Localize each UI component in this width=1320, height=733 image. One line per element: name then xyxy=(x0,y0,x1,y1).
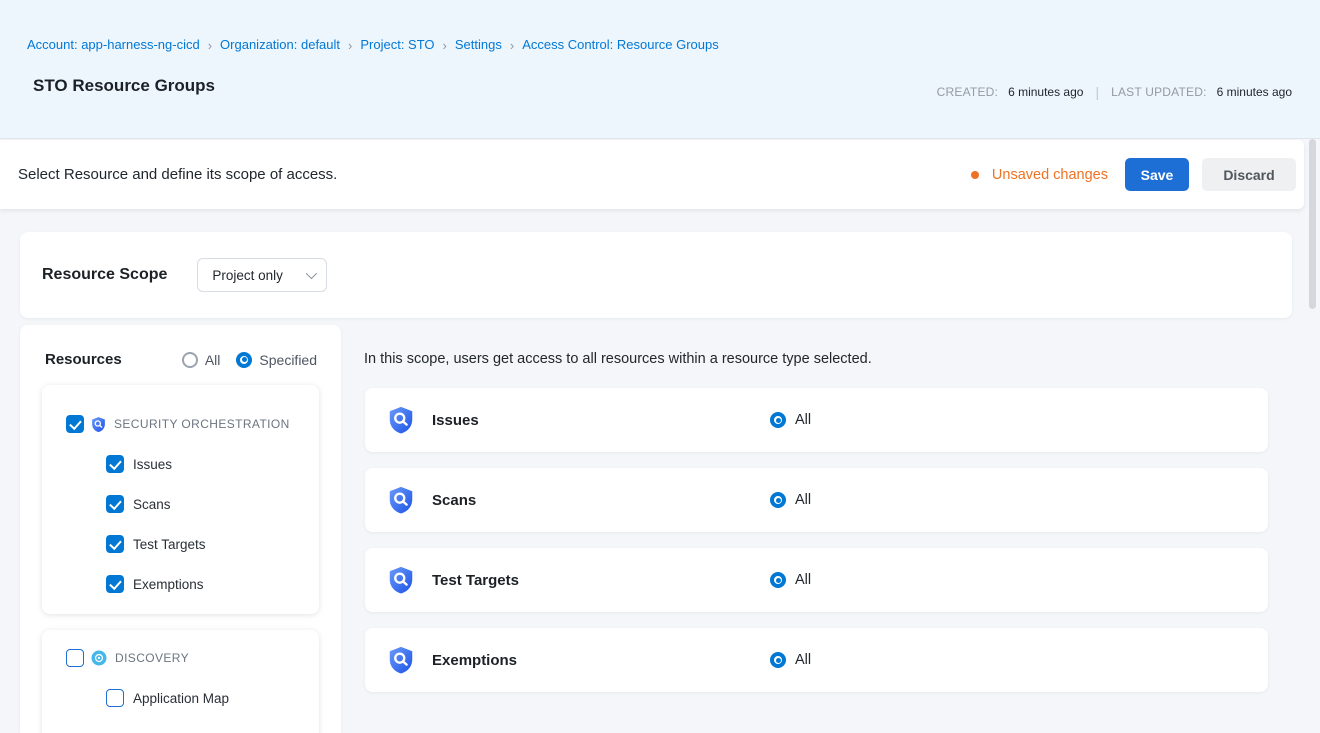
checkbox-application-map[interactable] xyxy=(106,689,124,707)
resource-card-exemptions: Exemptions All xyxy=(365,628,1268,692)
created-updated-meta: CREATED: 6 minutes ago | LAST UPDATED: 6… xyxy=(937,84,1292,100)
sto-shield-icon xyxy=(90,416,107,433)
breadcrumb: Account: app-harness-ng-cicd › Organizat… xyxy=(27,37,719,52)
checkbox-issues[interactable] xyxy=(106,455,124,473)
radio-all-icon[interactable] xyxy=(770,652,786,668)
created-label: CREATED: xyxy=(937,85,998,99)
resource-item-label: Scans xyxy=(133,497,171,512)
sto-shield-icon xyxy=(386,485,416,515)
toolbar-description: Select Resource and define its scope of … xyxy=(18,166,337,183)
resource-card-issues: Issues All xyxy=(365,388,1268,452)
radio-all-icon[interactable] xyxy=(182,352,198,368)
checkbox-security-orchestration[interactable] xyxy=(66,415,84,433)
radio-all-icon[interactable] xyxy=(770,412,786,428)
access-all-label: All xyxy=(795,652,811,668)
radio-all-icon[interactable] xyxy=(770,492,786,508)
chevron-right-icon: › xyxy=(510,38,514,52)
group-row-security-orchestration: SECURITY ORCHESTRATION xyxy=(66,415,290,433)
resource-card-title: Issues xyxy=(432,412,479,429)
access-all-label: All xyxy=(795,492,811,508)
resource-card-scans: Scans All xyxy=(365,468,1268,532)
last-updated-value: 6 minutes ago xyxy=(1217,85,1292,99)
sto-shield-icon xyxy=(386,405,416,435)
access-option-all: All xyxy=(770,652,811,668)
resources-panel: Resources All Specified xyxy=(20,325,341,733)
resource-scope-label: Resource Scope xyxy=(42,266,167,284)
unsaved-dot-icon xyxy=(971,171,979,179)
resource-item-label: Exemptions xyxy=(133,577,204,592)
scope-description: In this scope, users get access to all r… xyxy=(364,351,872,367)
radio-option-all[interactable]: All xyxy=(182,352,221,368)
sto-shield-icon xyxy=(386,565,416,595)
resource-row-issues: Issues xyxy=(106,455,172,473)
created-value: 6 minutes ago xyxy=(1008,85,1083,99)
group-card-discovery: DISCOVERY Application Map xyxy=(42,630,319,733)
resource-item-label: Issues xyxy=(133,457,172,472)
access-option-all: All xyxy=(770,572,811,588)
access-option-all: All xyxy=(770,412,811,428)
resource-row-test-targets: Test Targets xyxy=(106,535,206,553)
chevron-right-icon: › xyxy=(348,38,352,52)
save-button[interactable]: Save xyxy=(1125,158,1189,191)
radio-option-specified[interactable]: Specified xyxy=(236,352,317,368)
unsaved-changes-status: Unsaved changes xyxy=(992,167,1108,183)
radio-all-icon[interactable] xyxy=(770,572,786,588)
checkbox-scans[interactable] xyxy=(106,495,124,513)
resources-title: Resources xyxy=(45,351,122,368)
resource-groups-page: Account: app-harness-ng-cicd › Organizat… xyxy=(0,0,1320,733)
chevron-right-icon: › xyxy=(443,38,447,52)
resources-mode-radio-group: All Specified xyxy=(182,352,317,368)
resource-scope-dropdown[interactable]: Project only xyxy=(197,258,327,292)
discard-button[interactable]: Discard xyxy=(1202,158,1296,191)
group-row-discovery: DISCOVERY xyxy=(66,649,189,667)
chevron-right-icon: › xyxy=(208,38,212,52)
resource-item-label: Application Map xyxy=(133,691,229,706)
resource-card-title: Exemptions xyxy=(432,652,517,669)
toolbar-actions: Unsaved changes Save Discard xyxy=(971,158,1296,191)
resource-row-application-map: Application Map xyxy=(106,689,229,707)
resource-row-scans: Scans xyxy=(106,495,171,513)
resource-card-test-targets: Test Targets All xyxy=(365,548,1268,612)
chevron-down-icon xyxy=(306,268,317,279)
breadcrumb-settings[interactable]: Settings xyxy=(455,37,502,52)
page-header: Account: app-harness-ng-cicd › Organizat… xyxy=(0,0,1320,139)
last-updated-label: LAST UPDATED: xyxy=(1111,85,1207,99)
access-all-label: All xyxy=(795,412,811,428)
meta-divider: | xyxy=(1093,84,1101,100)
radio-specified-label: Specified xyxy=(259,352,317,368)
resources-panel-header: Resources All Specified xyxy=(20,325,341,368)
page-title: STO Resource Groups xyxy=(33,76,215,96)
group-label: SECURITY ORCHESTRATION xyxy=(114,417,290,431)
action-toolbar: Select Resource and define its scope of … xyxy=(0,140,1304,209)
resource-card-title: Test Targets xyxy=(432,572,519,589)
vertical-scrollbar[interactable] xyxy=(1309,139,1316,309)
resource-card-title: Scans xyxy=(432,492,476,509)
access-all-label: All xyxy=(795,572,811,588)
checkbox-discovery[interactable] xyxy=(66,649,84,667)
breadcrumb-project[interactable]: Project: STO xyxy=(360,37,434,52)
group-label: DISCOVERY xyxy=(115,651,189,665)
breadcrumb-account[interactable]: Account: app-harness-ng-cicd xyxy=(27,37,200,52)
discovery-icon xyxy=(90,649,108,667)
access-option-all: All xyxy=(770,492,811,508)
sto-shield-icon xyxy=(386,645,416,675)
resource-scope-selected-value: Project only xyxy=(212,268,283,283)
checkbox-test-targets[interactable] xyxy=(106,535,124,553)
resource-item-label: Test Targets xyxy=(133,537,206,552)
resource-scope-card: Resource Scope Project only xyxy=(20,232,1292,318)
checkbox-exemptions[interactable] xyxy=(106,575,124,593)
breadcrumb-access-control[interactable]: Access Control: Resource Groups xyxy=(522,37,719,52)
radio-all-label: All xyxy=(205,352,221,368)
radio-specified-icon[interactable] xyxy=(236,352,252,368)
group-card-security-orchestration: SECURITY ORCHESTRATION Issues Scans Test… xyxy=(42,385,319,614)
resource-row-exemptions: Exemptions xyxy=(106,575,204,593)
breadcrumb-organization[interactable]: Organization: default xyxy=(220,37,340,52)
